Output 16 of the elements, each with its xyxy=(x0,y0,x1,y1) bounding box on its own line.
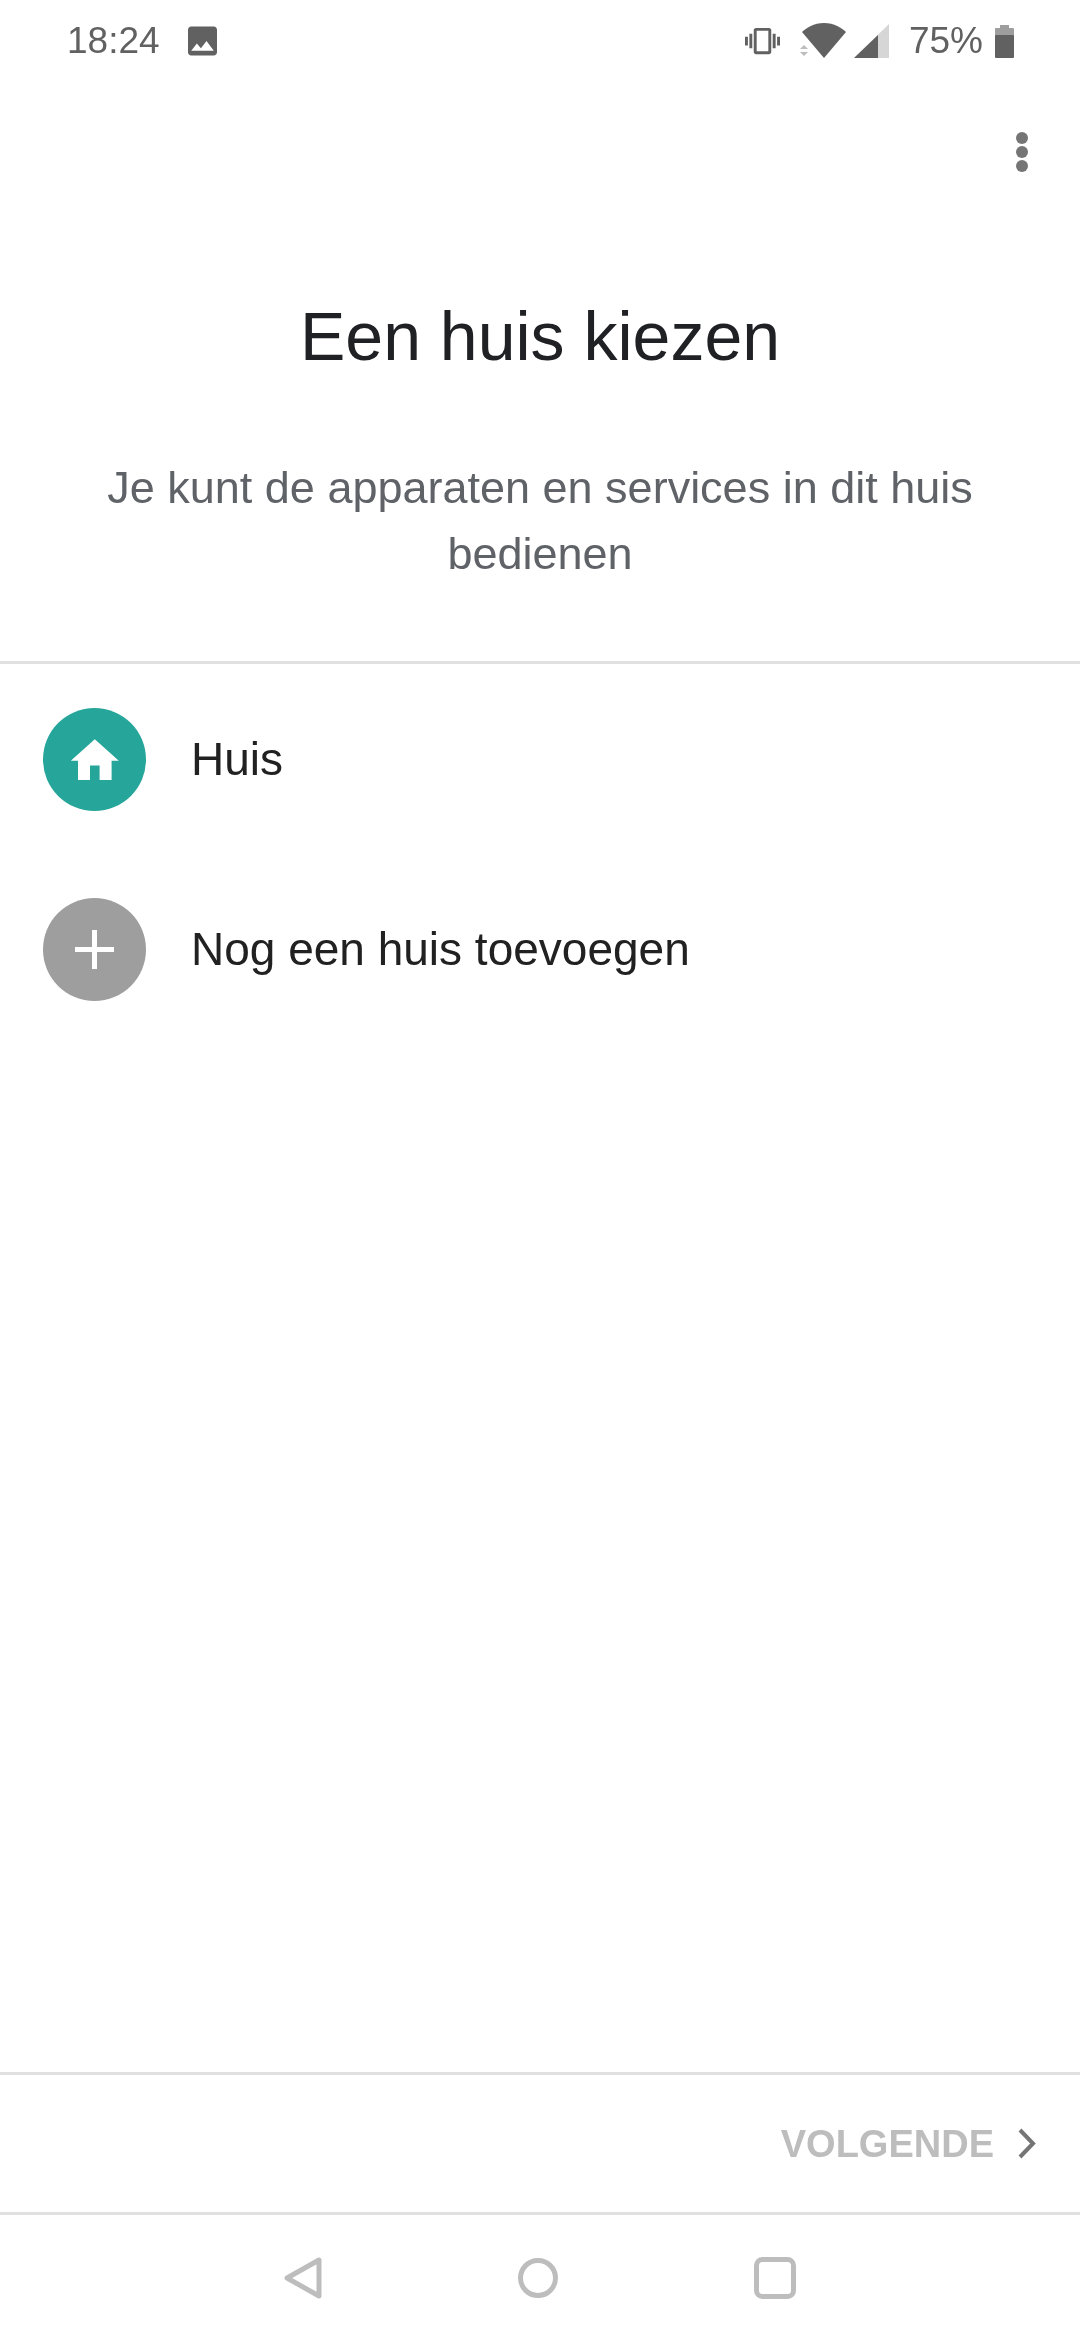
battery-percentage: 75% xyxy=(908,19,983,63)
status-time: 18:24 xyxy=(67,19,160,63)
back-icon[interactable] xyxy=(284,2256,322,2299)
image-icon xyxy=(187,26,217,56)
home-option[interactable]: Huis xyxy=(43,707,284,811)
more-options-icon[interactable] xyxy=(1015,131,1029,173)
home-icon xyxy=(43,707,146,811)
signal-icon xyxy=(853,24,889,58)
home-button-icon[interactable] xyxy=(518,2257,558,2298)
plus-icon xyxy=(43,897,146,1001)
page-subtitle: Je kunt de apparaten en services in dit huis bedienen xyxy=(106,461,974,581)
battery-icon xyxy=(995,24,1014,58)
recents-icon[interactable] xyxy=(754,2256,796,2299)
chevron-right-icon xyxy=(1018,2128,1036,2159)
page-title: Een huis kiezen xyxy=(298,297,782,376)
home-option[interactable]: Nog een huis toevoegen xyxy=(43,897,690,1001)
